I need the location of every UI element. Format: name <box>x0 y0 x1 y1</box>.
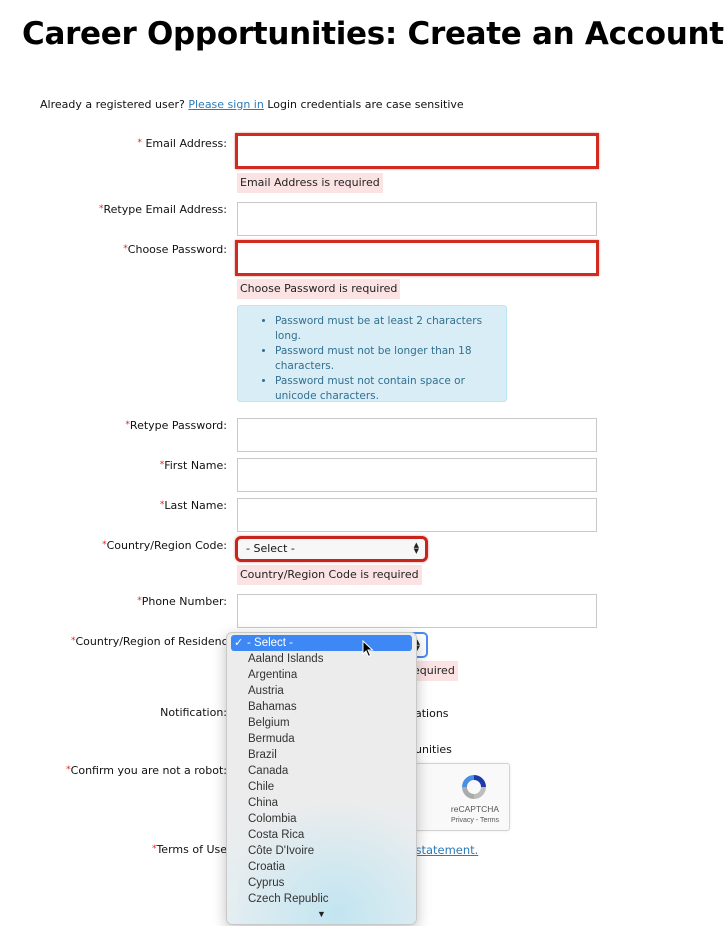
email-label: * Email Address: <box>137 137 227 150</box>
page-title: Career Opportunities: Create an Account <box>22 16 724 52</box>
dropdown-option[interactable]: Canada <box>227 763 416 779</box>
retype-email-label: *Retype Email Address: <box>98 203 227 216</box>
robot-label: *Confirm you are not a robot: <box>66 764 227 777</box>
dropdown-option[interactable]: Colombia <box>227 811 416 827</box>
phone-field[interactable] <box>237 594 597 628</box>
country-code-label: *Country/Region Code: <box>102 539 227 552</box>
terms-label: *Terms of Use <box>151 843 227 856</box>
password-rule: Password must not be longer than 18 char… <box>275 344 506 374</box>
recaptcha-links[interactable]: Privacy - Terms <box>445 817 505 824</box>
dropdown-option[interactable]: Cyprus <box>227 875 416 891</box>
residence-label: *Country/Region of Residence <box>71 635 235 648</box>
password-label: *Choose Password: <box>123 243 227 256</box>
dropdown-option[interactable]: Argentina <box>227 667 416 683</box>
sign-in-prompt: Already a registered user? Please sign i… <box>40 98 464 111</box>
dropdown-option[interactable]: Belgium <box>227 715 416 731</box>
dropdown-option[interactable]: China <box>227 795 416 811</box>
dropdown-option[interactable]: Croatia <box>227 859 416 875</box>
first-name-field[interactable] <box>237 458 597 492</box>
intro-note: Login credentials are case sensitive <box>267 98 464 111</box>
dropdown-option[interactable]: Côte D'Ivoire <box>227 843 416 859</box>
retype-password-field[interactable] <box>237 418 597 452</box>
dropdown-option[interactable]: Czech Republic <box>227 891 416 907</box>
dropdown-option[interactable]: Chile <box>227 779 416 795</box>
scroll-down-arrow-icon[interactable]: ▼ <box>317 909 326 919</box>
intro-text: Already a registered user? <box>40 98 185 111</box>
password-error: Choose Password is required <box>237 279 401 299</box>
residence-dropdown-list[interactable]: ✓ - Select - Aaland Islands Argentina Aus… <box>226 632 417 925</box>
first-name-label: *First Name: <box>159 459 227 472</box>
password-field[interactable] <box>235 240 599 276</box>
password-rules: Password must be at least 2 characters l… <box>237 305 507 402</box>
dropdown-option[interactable]: Brazil <box>227 747 416 763</box>
last-name-field[interactable] <box>237 498 597 532</box>
notification-option-1[interactable]: ations <box>415 707 449 720</box>
dropdown-option-selected[interactable]: ✓ - Select - <box>231 635 412 651</box>
checkmark-icon: ✓ <box>234 637 244 649</box>
recaptcha-brand: reCAPTCHA <box>450 804 500 814</box>
retype-email-field[interactable] <box>237 202 597 236</box>
password-rule: Password must be at least 2 characters l… <box>275 314 506 344</box>
sign-in-link[interactable]: Please sign in <box>188 98 263 111</box>
mouse-cursor-icon <box>362 640 374 658</box>
last-name-label: *Last Name: <box>159 499 227 512</box>
notification-option-2[interactable]: unities <box>415 743 452 756</box>
dropdown-option[interactable]: Costa Rica <box>227 827 416 843</box>
country-code-selected: - Select - <box>246 542 295 555</box>
recaptcha-icon <box>462 775 486 799</box>
dropdown-option[interactable]: Bahamas <box>227 699 416 715</box>
retype-password-label: *Retype Password: <box>125 419 227 432</box>
notification-label: Notification: <box>160 706 227 719</box>
dropdown-option[interactable]: Austria <box>227 683 416 699</box>
password-rule: Password must not contain space or unico… <box>275 374 506 404</box>
select-arrows-icon: ▲ ▼ <box>413 541 419 555</box>
phone-label: *Phone Number: <box>137 595 227 608</box>
country-code-select[interactable]: - Select - ▲ ▼ <box>235 536 428 562</box>
email-field[interactable] <box>235 133 599 169</box>
email-error: Email Address is required <box>237 173 383 193</box>
dropdown-option[interactable]: Aaland Islands <box>227 651 416 667</box>
country-code-error: Country/Region Code is required <box>237 565 422 585</box>
dropdown-option[interactable]: Bermuda <box>227 731 416 747</box>
